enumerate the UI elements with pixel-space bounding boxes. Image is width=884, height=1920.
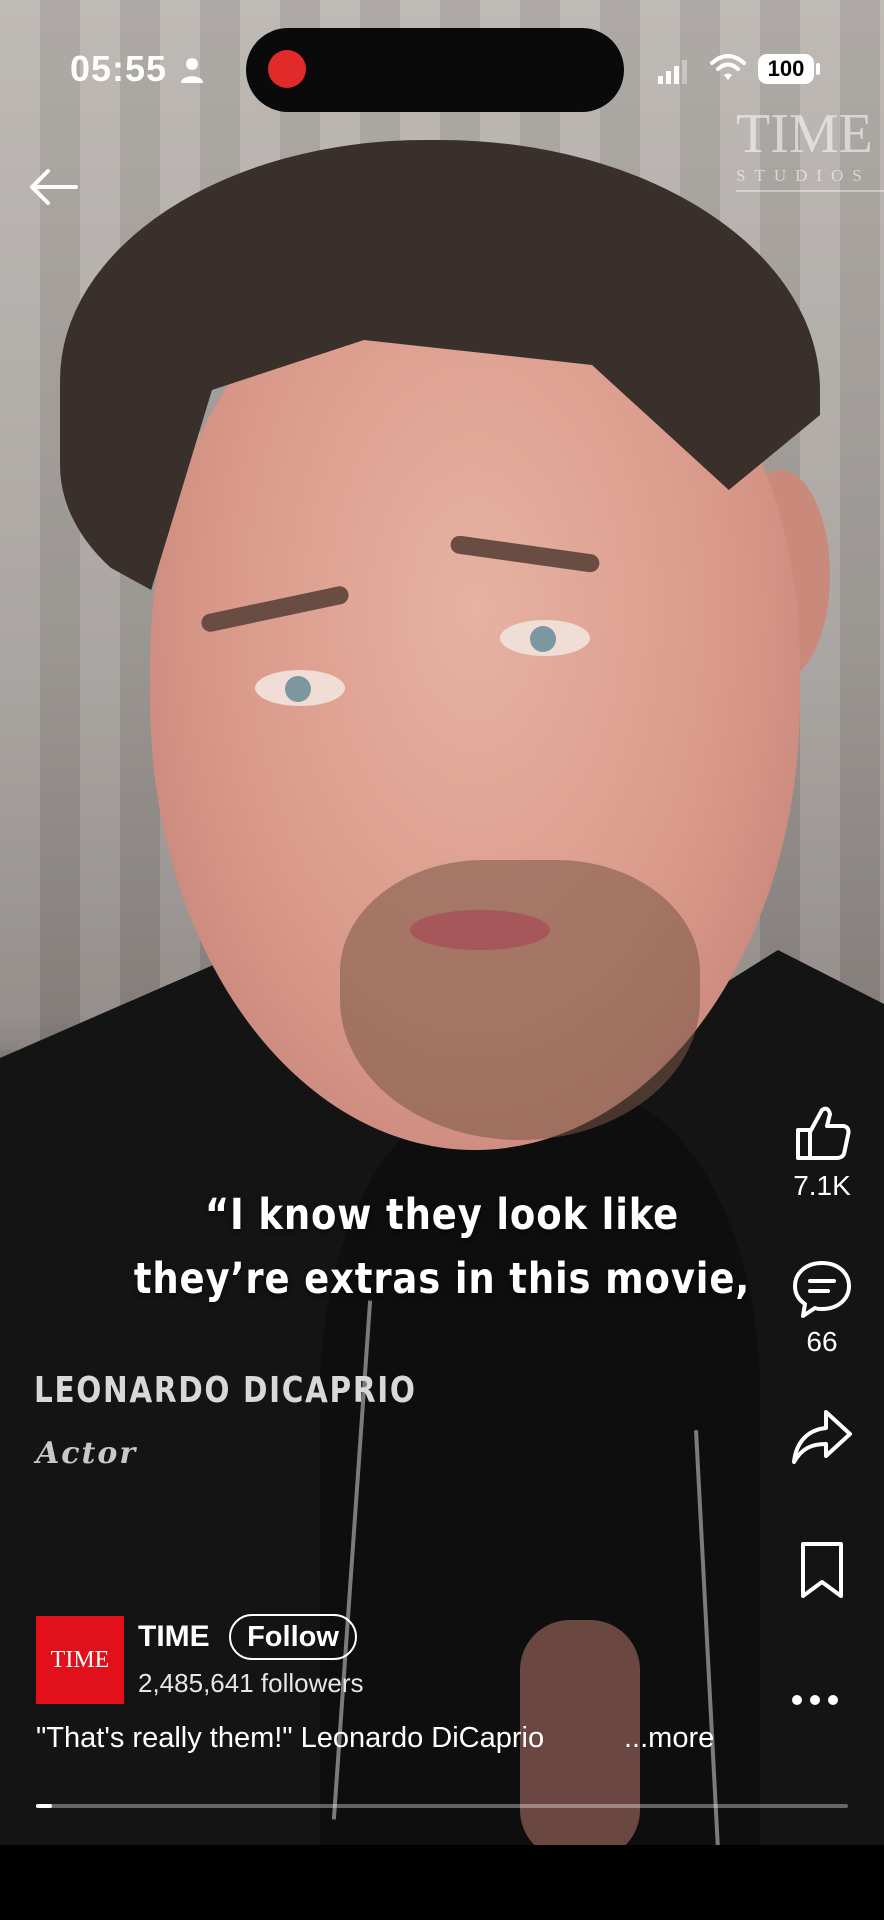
watermark-brand: TIME: [736, 103, 873, 165]
video-caption-line: they’re extras in this movie,: [133, 1254, 751, 1304]
battery-indicator: 100: [758, 54, 814, 84]
post-description[interactable]: "That's really them!" Leonardo DiCaprio: [36, 1722, 544, 1755]
bottom-bar: [0, 1845, 884, 1920]
signal-icon: [658, 60, 687, 84]
watermark-sub: STUDIOS: [736, 166, 884, 192]
share-icon: [792, 1410, 852, 1464]
bookmark-button[interactable]: [772, 1540, 872, 1600]
follower-count: 2,485,641 followers: [138, 1668, 364, 1698]
lower-third-role: Actor: [36, 1436, 138, 1471]
recording-dot: [268, 50, 306, 88]
channel-avatar[interactable]: TIME: [36, 1616, 124, 1704]
comment-count: 66: [806, 1326, 838, 1357]
video-frame[interactable]: [0, 0, 884, 1845]
video-caption-line: “I know they look like: [204, 1190, 680, 1240]
like-icon: [796, 1106, 851, 1160]
eye: [500, 620, 590, 656]
mouth: [410, 910, 550, 950]
lower-third-name: LEONARDO DICAPRIO: [34, 1370, 417, 1411]
time-studios-watermark: TIME STUDIOS: [736, 104, 884, 192]
share-button[interactable]: [772, 1408, 872, 1466]
progress-fill: [36, 1804, 53, 1808]
like-count: 7.1K: [793, 1170, 851, 1201]
follow-button[interactable]: Follow: [229, 1614, 357, 1660]
wifi-icon: [710, 54, 746, 80]
more-link[interactable]: ...more: [624, 1722, 714, 1755]
battery-tip: [816, 63, 820, 75]
back-arrow-icon[interactable]: [24, 160, 84, 214]
dynamic-island: [246, 28, 624, 112]
channel-name[interactable]: TIME: [138, 1620, 210, 1654]
comment-icon: [793, 1261, 851, 1318]
comment-button[interactable]: 66: [772, 1258, 872, 1358]
like-button[interactable]: 7.1K: [772, 1100, 872, 1202]
bookmark-icon: [801, 1542, 843, 1598]
person-icon: [181, 58, 203, 83]
status-time: 05:55: [70, 48, 168, 89]
more-icon[interactable]: [792, 1692, 852, 1712]
beard: [340, 860, 700, 1140]
video-progress-bar[interactable]: [36, 1804, 848, 1808]
eye: [255, 670, 345, 706]
